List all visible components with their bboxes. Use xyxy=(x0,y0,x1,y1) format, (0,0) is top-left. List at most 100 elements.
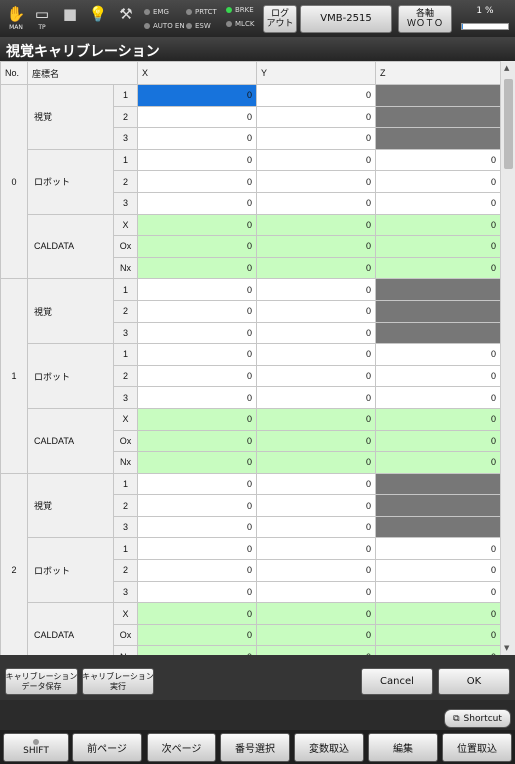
number-select-key[interactable]: 番号選択 xyxy=(220,733,290,762)
value-cell-z[interactable]: 0 xyxy=(375,407,500,431)
value-cell-y[interactable]: 0 xyxy=(256,515,377,539)
value-cell-x[interactable]: 0 xyxy=(137,148,258,172)
value-cell-y[interactable]: 0 xyxy=(256,472,377,496)
value-cell-x[interactable]: 0 xyxy=(137,235,258,258)
scroll-thumb[interactable] xyxy=(504,79,513,169)
value-cell-x[interactable]: 0 xyxy=(137,580,258,604)
edit-key[interactable]: 編集 xyxy=(368,733,438,762)
value-cell-z[interactable] xyxy=(375,127,500,150)
value-cell-z[interactable] xyxy=(375,278,500,301)
position-import-key[interactable]: 位置取込 xyxy=(442,733,512,762)
value-cell-z[interactable]: 0 xyxy=(375,580,500,604)
value-cell-y[interactable]: 0 xyxy=(256,191,377,215)
value-cell-z[interactable]: 0 xyxy=(375,645,500,655)
value-cell-y[interactable]: 0 xyxy=(256,148,377,172)
scroll-up-icon[interactable]: ▲ xyxy=(504,64,509,72)
value-cell-z[interactable] xyxy=(375,321,500,345)
value-cell-y[interactable]: 0 xyxy=(256,256,377,280)
manual-mode-icon[interactable]: ✋ MAN xyxy=(4,4,28,34)
value-cell-z[interactable] xyxy=(375,299,500,323)
value-cell-y[interactable]: 0 xyxy=(256,623,377,647)
scroll-down-icon[interactable]: ▼ xyxy=(504,644,509,652)
value-cell-z[interactable] xyxy=(375,84,500,107)
value-cell-y[interactable]: 0 xyxy=(256,299,377,323)
cancel-button[interactable]: Cancel xyxy=(361,668,433,695)
value-cell-y[interactable]: 0 xyxy=(256,645,377,655)
value-cell-x[interactable]: 0 xyxy=(137,602,258,625)
value-cell-y[interactable]: 0 xyxy=(256,407,377,431)
teach-pendant-icon[interactable]: ▭ TP xyxy=(30,4,54,34)
shift-key[interactable]: SHIFT xyxy=(3,733,69,762)
value-cell-y[interactable]: 0 xyxy=(256,602,377,625)
value-cell-x[interactable]: 0 xyxy=(137,645,258,655)
prev-page-key[interactable]: 前ページ xyxy=(72,733,142,762)
value-cell-y[interactable]: 0 xyxy=(256,429,377,453)
value-cell-x[interactable]: 0 xyxy=(137,191,258,215)
value-cell-z[interactable]: 0 xyxy=(375,148,500,172)
value-cell-z[interactable]: 0 xyxy=(375,364,500,388)
value-cell-x[interactable]: 0 xyxy=(137,623,258,647)
value-cell-x[interactable]: 0 xyxy=(137,321,258,345)
value-cell-x[interactable]: 0 xyxy=(137,559,258,582)
value-cell-z[interactable]: 0 xyxy=(375,256,500,280)
value-cell-x[interactable]: 0 xyxy=(137,364,258,388)
value-cell-y[interactable]: 0 xyxy=(256,364,377,388)
value-cell-z[interactable] xyxy=(375,494,500,517)
value-cell-z[interactable]: 0 xyxy=(375,191,500,215)
value-cell-x[interactable]: 0 xyxy=(137,84,258,107)
speed-indicator[interactable]: 1 % xyxy=(459,6,511,32)
wrench-icon[interactable]: ⚒ xyxy=(114,4,138,34)
value-cell-x[interactable]: 0 xyxy=(137,213,258,237)
value-cell-y[interactable]: 0 xyxy=(256,559,377,582)
vertical-scrollbar[interactable]: ▲ ▼ xyxy=(500,61,515,655)
value-cell-z[interactable] xyxy=(375,515,500,539)
value-cell-y[interactable]: 0 xyxy=(256,170,377,193)
value-cell-x[interactable]: 0 xyxy=(137,472,258,496)
variable-import-key[interactable]: 変数取込 xyxy=(294,733,364,762)
value-cell-x[interactable]: 0 xyxy=(137,127,258,150)
value-cell-y[interactable]: 0 xyxy=(256,84,377,107)
value-cell-y[interactable]: 0 xyxy=(256,451,377,474)
next-page-key[interactable]: 次ページ xyxy=(147,733,216,762)
value-cell-y[interactable]: 0 xyxy=(256,386,377,409)
value-cell-y[interactable]: 0 xyxy=(256,105,377,129)
value-cell-z[interactable]: 0 xyxy=(375,451,500,474)
value-cell-z[interactable]: 0 xyxy=(375,386,500,409)
value-cell-z[interactable]: 0 xyxy=(375,429,500,453)
value-cell-z[interactable]: 0 xyxy=(375,623,500,647)
value-cell-y[interactable]: 0 xyxy=(256,278,377,301)
value-cell-z[interactable]: 0 xyxy=(375,343,500,366)
value-cell-x[interactable]: 0 xyxy=(137,170,258,193)
lightbulb-icon[interactable]: 💡 xyxy=(86,4,110,34)
value-cell-z[interactable]: 0 xyxy=(375,559,500,582)
value-cell-x[interactable]: 0 xyxy=(137,515,258,539)
value-cell-x[interactable]: 0 xyxy=(137,537,258,561)
value-cell-x[interactable]: 0 xyxy=(137,105,258,129)
value-cell-z[interactable] xyxy=(375,472,500,496)
value-cell-y[interactable]: 0 xyxy=(256,321,377,345)
value-cell-x[interactable]: 0 xyxy=(137,299,258,323)
ok-button[interactable]: OK xyxy=(438,668,510,695)
value-cell-z[interactable]: 0 xyxy=(375,213,500,237)
value-cell-z[interactable] xyxy=(375,105,500,129)
value-cell-y[interactable]: 0 xyxy=(256,213,377,237)
value-cell-z[interactable]: 0 xyxy=(375,235,500,258)
value-cell-x[interactable]: 0 xyxy=(137,386,258,409)
robot-model-button[interactable]: VMB-2515 xyxy=(300,5,392,33)
axis-mode-button[interactable]: 各軸 ＷＯＴＯ xyxy=(398,5,452,33)
value-cell-y[interactable]: 0 xyxy=(256,537,377,561)
value-cell-y[interactable]: 0 xyxy=(256,494,377,517)
value-cell-z[interactable]: 0 xyxy=(375,602,500,625)
value-cell-y[interactable]: 0 xyxy=(256,235,377,258)
value-cell-x[interactable]: 0 xyxy=(137,407,258,431)
value-cell-x[interactable]: 0 xyxy=(137,256,258,280)
run-calibration-button[interactable]: キャリブレーション 実行 xyxy=(82,668,154,695)
value-cell-x[interactable]: 0 xyxy=(137,343,258,366)
value-cell-z[interactable]: 0 xyxy=(375,170,500,193)
value-cell-x[interactable]: 0 xyxy=(137,451,258,474)
value-cell-y[interactable]: 0 xyxy=(256,127,377,150)
value-cell-x[interactable]: 0 xyxy=(137,429,258,453)
value-cell-y[interactable]: 0 xyxy=(256,343,377,366)
value-cell-z[interactable]: 0 xyxy=(375,537,500,561)
shortcut-button[interactable]: ⧉ Shortcut xyxy=(444,709,511,728)
